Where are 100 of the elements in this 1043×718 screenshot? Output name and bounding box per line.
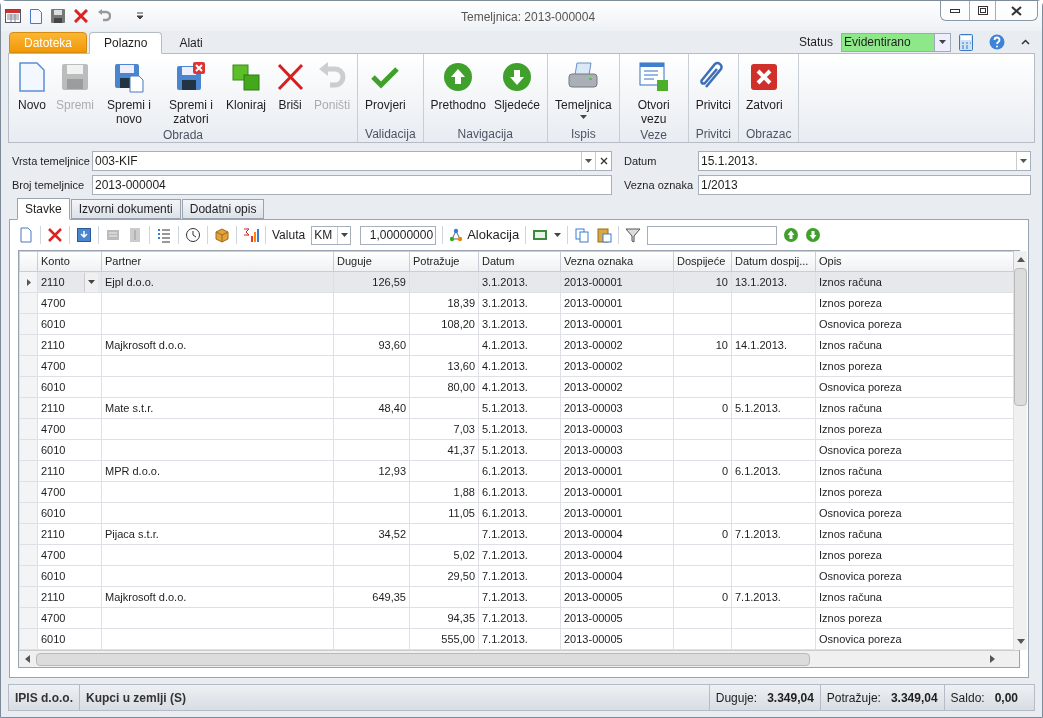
table-cell: Majkrosoft d.o.o. — [105, 590, 187, 603]
column-header[interactable]: Potražuje — [409, 251, 479, 272]
table-row[interactable]: 6010 41,37 5.1.2013. 2013-00003 Osnovica poreza — [19, 439, 1014, 461]
scroll-thumb[interactable] — [36, 652, 810, 666]
column-header[interactable]: Datum — [478, 251, 561, 272]
customize-icon[interactable] — [136, 12, 144, 20]
paste-icon[interactable] — [596, 227, 613, 243]
ribbon-button[interactable]: Provjeri — [361, 54, 410, 125]
caret-icon — [340, 233, 348, 237]
table-row[interactable]: 2110 Mate s.t.r. 48,40 5.1.2013. 2013-00003 0 5.1.2013. Iznos računa — [19, 397, 1014, 419]
copy-icon[interactable] — [574, 227, 591, 243]
scroll-up-icon[interactable] — [1016, 257, 1025, 262]
caret-icon[interactable] — [88, 280, 95, 284]
scroll-left-icon[interactable] — [25, 655, 30, 663]
table-row[interactable]: 4700 1,88 6.1.2013. 2013-00001 Iznos poreza — [19, 481, 1014, 503]
list-icon[interactable] — [156, 227, 172, 243]
table-row[interactable]: 6010 29,50 7.1.2013. 2013-00004 Osnovica poreza — [19, 565, 1014, 587]
table-cell: 4.1.2013. — [482, 338, 528, 351]
tab[interactable]: Izvorni dokumenti — [70, 199, 181, 219]
table-cell: Mate s.t.r. — [105, 401, 154, 414]
ribbon-button[interactable]: Privitci — [691, 54, 736, 125]
help-icon[interactable] — [989, 34, 1005, 50]
table-row[interactable]: 2110 Majkrosoft d.o.o. 93,60 4.1.2013. 2013-00002 10 14.1.2013. Iznos računa — [19, 334, 1014, 356]
horizontal-scrollbar[interactable] — [19, 650, 1019, 667]
table-row[interactable]: 4700 13,60 4.1.2013. 2013-00002 Iznos poreza — [19, 355, 1014, 377]
table-row[interactable]: 6010 80,00 4.1.2013. 2013-00002 Osnovica poreza — [19, 376, 1014, 398]
text-field[interactable]: 2013-000004 — [92, 175, 612, 195]
ribbon-button[interactable]: Prethodno — [426, 54, 490, 125]
column-header[interactable]: Duguje — [333, 251, 410, 272]
tab[interactable]: Dodatni opis — [181, 199, 265, 219]
ribbon-button[interactable]: Kloniraj — [222, 54, 271, 126]
table-cell: 6.1.2013. — [482, 506, 528, 519]
search-field[interactable] — [647, 225, 778, 245]
x-icon[interactable] — [74, 9, 88, 23]
page-icon[interactable] — [30, 8, 42, 24]
collapse-ribbon-icon[interactable] — [1021, 39, 1030, 45]
table-cell: 7.1.2013. — [482, 590, 528, 603]
clear-icon[interactable] — [599, 157, 608, 165]
table-row[interactable]: 4700 5,02 7.1.2013. 2013-00004 Iznos poreza — [19, 544, 1014, 566]
table-cell: 5.1.2013. — [482, 443, 528, 456]
table-row[interactable]: 4700 18,39 3.1.2013. 2013-00001 Iznos poreza — [19, 292, 1014, 314]
ribbon-button[interactable]: Sljedeće — [489, 54, 544, 125]
table-row[interactable]: 2110 Ejpl d.o.o. 126,59 3.1.2013. 2013-00001 10 13.1.2013. Iznos računa — [19, 271, 1014, 293]
ribbon-tab[interactable]: Polazno — [89, 32, 163, 54]
exchange-rate-field[interactable]: 1,00000000 — [360, 225, 437, 245]
package-icon[interactable] — [214, 227, 230, 243]
ribbon-button[interactable]: Spremi i zatvori — [160, 54, 222, 126]
table-cell: 7.1.2013. — [482, 548, 528, 561]
balance-label: Saldo: — [950, 689, 985, 707]
column-header[interactable]: Datum dospij... — [731, 251, 816, 272]
ribbon-button[interactable]: Otvori vezu — [622, 54, 685, 126]
table-row[interactable]: 2110 Pijaca s.t.r. 34,52 7.1.2013. 2013-00004 0 7.1.2013. Iznos računa — [19, 523, 1014, 545]
table-cell: 80,00 — [447, 380, 475, 393]
ribbon-button[interactable]: Zatvori — [742, 54, 787, 125]
scroll-thumb[interactable] — [1014, 268, 1027, 406]
sum-chart-icon[interactable] — [243, 227, 259, 243]
clock-icon[interactable] — [185, 227, 201, 243]
app-icon[interactable] — [5, 9, 21, 23]
table-row[interactable]: 4700 7,03 5.1.2013. 2013-00003 Iznos poreza — [19, 418, 1014, 440]
table-cell: 4700 — [41, 611, 66, 624]
page-icon[interactable] — [18, 227, 34, 243]
scroll-right-icon[interactable] — [990, 655, 995, 663]
column-header[interactable]: Vezna oznaka — [560, 251, 674, 272]
ribbon-button[interactable]: Spremi i novo — [98, 54, 160, 126]
ribbon-tab[interactable]: Alati — [164, 32, 218, 53]
table-cell: 4700 — [41, 485, 66, 498]
caret-icon[interactable] — [554, 233, 562, 237]
column-header[interactable]: Opis — [815, 251, 1014, 272]
combo-box[interactable]: 003-KIF — [92, 151, 612, 171]
caret-icon — [1020, 159, 1027, 163]
field-label: Datum — [624, 153, 658, 169]
undo-icon[interactable] — [97, 9, 111, 23]
ribbon-button[interactable]: Temeljnica — [551, 54, 616, 125]
filter-icon[interactable] — [625, 227, 642, 243]
table-row[interactable]: 6010 108,20 3.1.2013. 2013-00001 Osnovica poreza — [19, 313, 1014, 335]
table-row[interactable]: 2110 Majkrosoft d.o.o. 649,35 7.1.2013. 2013-00005 0 7.1.2013. Iznos računa — [19, 586, 1014, 608]
download-icon[interactable] — [76, 227, 92, 243]
scroll-down-icon[interactable] — [1016, 639, 1025, 644]
text-field[interactable]: 1/2013 — [698, 175, 1031, 195]
allocation-button[interactable]: Alokacija — [449, 225, 520, 245]
calculator-icon[interactable] — [959, 33, 973, 51]
table-cell: 2013-00005 — [564, 590, 623, 603]
currency-dropdown[interactable]: KM — [311, 225, 352, 245]
tab[interactable]: Stavke — [17, 198, 70, 220]
column-header[interactable]: Partner — [101, 251, 334, 272]
table-row[interactable]: 2110 MPR d.o.o. 12,93 6.1.2013. 2013-00001 0 6.1.2013. Iznos računa — [19, 460, 1014, 482]
table-row[interactable]: 4700 94,35 7.1.2013. 2013-00005 Iznos poreza — [19, 607, 1014, 629]
vertical-scrollbar[interactable] — [1014, 251, 1027, 650]
status-dropdown[interactable]: Evidentirano — [841, 32, 951, 52]
ribbon-button[interactable]: Novo — [12, 54, 52, 126]
ribbon-group-label: Validacija — [364, 126, 417, 142]
column-header[interactable]: Konto — [37, 251, 102, 272]
table-row[interactable]: 6010 11,05 6.1.2013. 2013-00001 Osnovica poreza — [19, 502, 1014, 524]
combo-box[interactable]: 15.1.2013. — [698, 151, 1031, 171]
table-cell: 649,35 — [372, 590, 406, 603]
table-row[interactable]: 6010 555,00 7.1.2013. 2013-00005 Osnovica poreza — [19, 628, 1014, 650]
table-cell: 29,50 — [447, 569, 475, 582]
column-header[interactable]: Dospijeće — [673, 251, 732, 272]
x-icon[interactable] — [47, 227, 63, 243]
ribbon-button[interactable]: Briši — [270, 54, 311, 126]
